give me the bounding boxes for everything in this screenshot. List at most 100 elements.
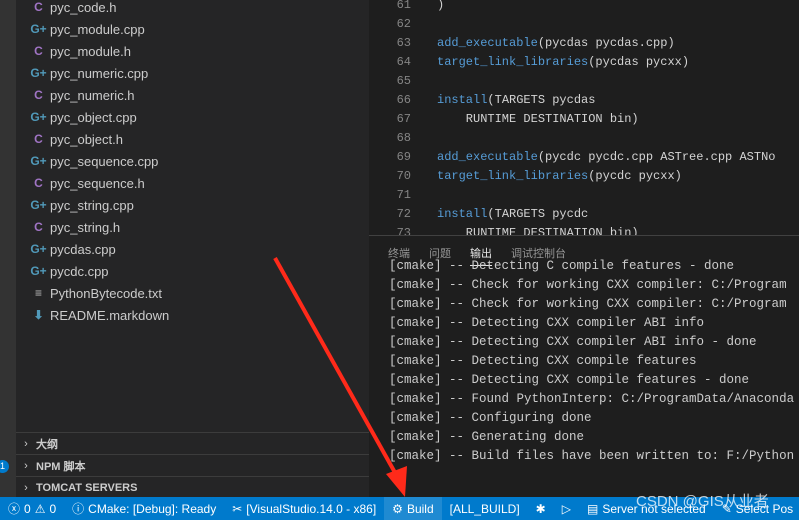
file-item[interactable]: G+ pycdas.cpp <box>16 238 369 260</box>
file-item[interactable]: G+ pycdc.cpp <box>16 260 369 282</box>
file-item[interactable]: ⬇ README.markdown <box>16 304 369 326</box>
code-line: add_executable(pycdc pycdc.cpp ASTree.cp… <box>437 148 775 167</box>
code-function: add_executable <box>437 150 538 164</box>
file-name: pyc_object.cpp <box>50 109 137 125</box>
cpp-file-icon: G+ <box>30 154 47 168</box>
cpp-file-icon: G+ <box>30 22 47 36</box>
output-line: [cmake] -- Detecting CXX compile feature… <box>389 354 697 368</box>
output-line: [cmake] -- Check for working CXX compile… <box>389 278 787 292</box>
code-line: RUNTIME DESTINATION bin) <box>437 110 639 129</box>
file-item[interactable]: Cpyc_object.h <box>16 128 369 150</box>
h-file-icon: C <box>34 44 43 58</box>
output-line: [cmake] -- Detecting CXX compile feature… <box>389 373 750 387</box>
debug-button[interactable]: ✱ <box>528 497 554 520</box>
file-item[interactable]: Cpyc_code.h <box>16 0 369 18</box>
output-line: [cmake] -- Found PythonInterp: C:/Progra… <box>389 392 795 406</box>
cmake-status[interactable]: ⓘ CMake: [Debug]: Ready <box>64 497 224 520</box>
cpp-file-icon: G+ <box>30 242 47 256</box>
run-button[interactable]: ▷ <box>554 497 579 520</box>
code-function: target_link_libraries <box>437 169 589 183</box>
txt-file-icon: ≡ <box>34 286 42 300</box>
line-number: 69 <box>396 150 411 164</box>
output-line: [cmake] -- Configuring done <box>389 411 592 425</box>
file-item[interactable]: Cpyc_numeric.h <box>16 84 369 106</box>
code-line: install(TARGETS pycdc <box>437 205 588 224</box>
warning-icon: ⚠ <box>34 501 46 516</box>
file-name: pyc_numeric.h <box>50 87 135 103</box>
file-name: pyc_code.h <box>50 0 117 15</box>
code-line: target_link_libraries(pycdas pycxx) <box>437 53 689 72</box>
line-number: 64 <box>396 55 411 69</box>
kit-selector[interactable]: ✂ [VisualStudio.14.0 - x86] <box>224 497 384 520</box>
code-text: ) <box>437 0 445 12</box>
file-name: pyc_sequence.cpp <box>50 153 159 169</box>
file-name: PythonBytecode.txt <box>50 285 163 301</box>
output-line: [cmake] -- Generating done <box>389 430 585 444</box>
file-name: README.markdown <box>50 307 170 323</box>
code-text: (TARGETS pycdas <box>487 93 596 107</box>
code-function: install <box>437 93 488 107</box>
section-title: 大纲 <box>36 438 58 451</box>
sidebar-section[interactable]: › TOMCAT SERVERS <box>16 476 369 498</box>
code-text: RUNTIME DESTINATION bin) <box>437 112 639 126</box>
file-item[interactable]: G+ pyc_sequence.cpp <box>16 150 369 172</box>
h-file-icon: C <box>34 132 43 146</box>
output-line: [cmake] -- Check for working CXX compile… <box>389 297 787 311</box>
file-name: pycdas.cpp <box>50 241 116 257</box>
sidebar-section[interactable]: › NPM 脚本 <box>16 454 369 476</box>
file-name: pyc_sequence.h <box>50 175 145 191</box>
file-item[interactable]: G+ pyc_module.cpp <box>16 18 369 40</box>
build-target-selector[interactable]: [ALL_BUILD] <box>442 497 528 520</box>
chevron-right-icon: › <box>24 437 28 450</box>
file-item[interactable]: G+ pyc_string.cpp <box>16 194 369 216</box>
line-number: 66 <box>396 93 411 107</box>
code-editor[interactable]: 61) 62 63 add_executable(pycdas pycdas.cpp)… <box>369 0 799 235</box>
problems-indicator[interactable]: ⓧ 0 ⚠ 0 <box>0 497 64 520</box>
code-line: ) <box>437 0 444 15</box>
sidebar-section[interactable]: › 大纲 <box>16 432 369 454</box>
server-icon: ▤ <box>586 501 599 516</box>
file-item[interactable]: Cpyc_module.h <box>16 40 369 62</box>
line-number: 62 <box>396 17 411 31</box>
line-number: 63 <box>396 36 411 50</box>
h-file-icon: C <box>34 176 43 190</box>
line-number: 70 <box>396 169 411 183</box>
file-item[interactable]: G+ pyc_object.cpp <box>16 106 369 128</box>
build-button[interactable]: ⚙ Build <box>384 497 442 520</box>
file-name: pyc_string.h <box>50 219 121 235</box>
file-item[interactable]: Cpyc_sequence.h <box>16 172 369 194</box>
h-file-icon: C <box>34 0 43 14</box>
cpp-file-icon: G+ <box>30 110 47 124</box>
error-icon: ⓧ <box>8 502 21 516</box>
file-name: pycdc.cpp <box>50 263 109 279</box>
code-text: (TARGETS pycdc <box>487 207 589 221</box>
line-number: 68 <box>396 131 411 145</box>
file-item[interactable]: Cpyc_string.h <box>16 216 369 238</box>
output-line: [cmake] -- Detecting CXX compiler ABI in… <box>389 316 705 330</box>
code-text: (pycdas pycdas.cpp) <box>537 36 675 50</box>
h-file-icon: C <box>34 88 43 102</box>
section-title: NPM 脚本 <box>36 460 86 473</box>
file-item[interactable]: G+ pyc_numeric.cpp <box>16 62 369 84</box>
code-line: target_link_libraries(pycdc pycxx) <box>437 167 682 186</box>
file-item[interactable]: ≡ PythonBytecode.txt <box>16 282 369 304</box>
code-line: RUNTIME DESTINATION bin) <box>437 224 639 235</box>
line-number: 67 <box>396 112 411 126</box>
code-line: add_executable(pycdas pycdas.cpp) <box>437 34 675 53</box>
code-text: (pycdc pycxx) <box>588 169 682 183</box>
code-function: add_executable <box>437 36 538 50</box>
output-line: [cmake] -- Detecting C compile features … <box>389 259 735 273</box>
file-name: pyc_object.h <box>50 131 123 147</box>
cpp-file-icon: G+ <box>30 198 47 212</box>
output-line: [cmake] -- Build files have been written… <box>389 449 795 463</box>
line-number: 65 <box>396 74 411 88</box>
code-text: (pycdas pycxx) <box>588 55 690 69</box>
chevron-right-icon: › <box>24 481 28 494</box>
explorer-sidebar: Cpyc_code.h G+ pyc_module.cpp Cpyc_module.h… <box>16 0 369 497</box>
cpp-file-icon: G+ <box>30 264 47 278</box>
md-file-icon: ⬇ <box>33 308 44 322</box>
watermark: CSDN @GIS从业者 <box>636 493 769 510</box>
file-name: pyc_string.cpp <box>50 197 134 213</box>
info-icon: ⓘ <box>72 502 85 516</box>
line-number: 61 <box>396 0 411 12</box>
